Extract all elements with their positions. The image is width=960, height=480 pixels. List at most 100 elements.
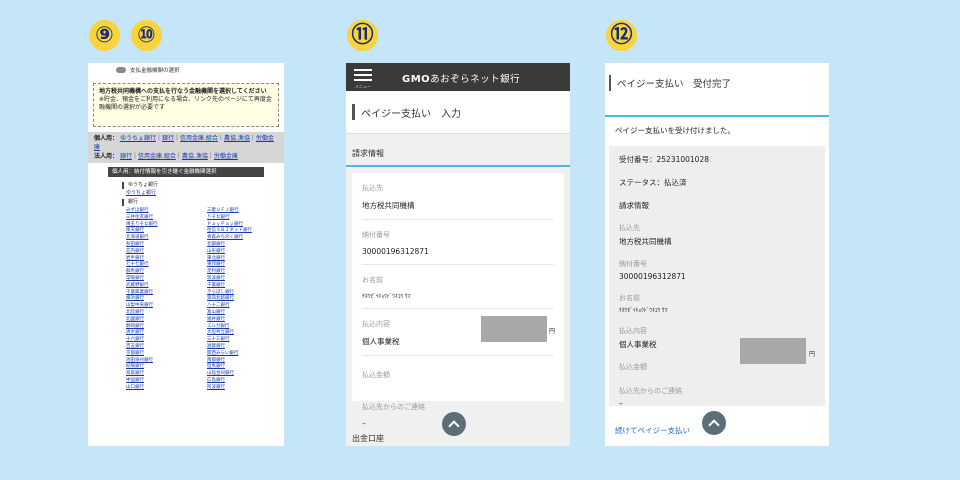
bank-link[interactable]: 三十三銀行 <box>207 337 284 344</box>
billing-section-title: 請求情報 <box>346 148 570 167</box>
page-title-bar: ペイジー支払い 入力 <box>346 91 570 134</box>
continue-payeasy-link[interactable]: 続けてペイジー支払い <box>615 425 690 436</box>
bank-link[interactable]: 常陽銀行 <box>126 276 207 283</box>
bank-link[interactable]: 広島銀行 <box>207 378 284 385</box>
bank-link[interactable]: 山口銀行 <box>126 385 207 392</box>
bank-link[interactable]: 北都銀行 <box>207 242 284 249</box>
page-title-bar: ペイジー支払い 受付完了 <box>605 63 829 103</box>
logo-brand: GMO <box>402 74 431 85</box>
bank-list: みずほ銀行 三菱ＵＦＪ銀行 三井住友銀行 りそな銀行 埼玉りそな銀行 ＰａｙＰａｙ銀行 楽天… <box>126 208 284 392</box>
bank-link[interactable]: 北國銀行 <box>126 317 207 324</box>
selection-bar: 個人用：納付情報を引き継ぐ金融機関選択 <box>108 167 264 177</box>
bank-link[interactable]: 三菱ＵＦＪ銀行 <box>207 208 284 215</box>
bank-link[interactable]: 北陸銀行 <box>126 310 207 317</box>
bank-link[interactable]: 八十二銀行 <box>207 303 284 310</box>
link-bank[interactable]: 銀行 <box>162 135 174 142</box>
yucho-link[interactable]: ゆうちょ銀行 <box>126 189 284 197</box>
bank-link[interactable]: 武蔵野銀行 <box>126 283 207 290</box>
billing-info-card: 払込先 地方税共同機構 納付番号 30000196312871 お名前 ﾁﾎｳｾ… <box>352 173 564 428</box>
field-value: 30000196312871 <box>619 272 686 281</box>
bank-link[interactable]: 山陰合同銀行 <box>207 371 284 378</box>
bank-link[interactable]: 福井銀行 <box>207 317 284 324</box>
link-nokyo[interactable]: 農協.漁協 <box>224 135 250 142</box>
field-label: 払込内容 <box>619 327 647 335</box>
field-value: 地方税共同機構 <box>362 200 554 220</box>
receipt-details: 受付番号：25231001028 ステータス：払込済 請求情報 払込先 地方税共… <box>609 146 825 408</box>
field-value: 地方税共同機構 <box>619 237 672 246</box>
field-value: 30000196312871 <box>362 247 554 265</box>
bank-link[interactable]: 滋賀銀行 <box>207 344 284 351</box>
bank-link[interactable]: 阿波銀行 <box>207 385 284 392</box>
link-corp-shinkin[interactable]: 信用金庫.組合 <box>138 153 176 160</box>
bank-link[interactable]: 中国銀行 <box>126 378 207 385</box>
notice-line: 地方税共同機構への支払を行なう金融機関を選択してください <box>99 88 267 95</box>
institution-type-links: 個人用： ゆうちょ銀行｜銀行｜信用金庫.組合｜農協.漁協｜労働金庫 法人用： 銀… <box>88 132 284 163</box>
contact-value: – <box>619 399 623 408</box>
bank-link[interactable]: 三井住友銀行 <box>126 215 207 222</box>
link-shinkin[interactable]: 信用金庫.組合 <box>180 135 218 142</box>
payment-status: ステータス：払込済 <box>619 178 687 187</box>
bank-link[interactable]: 山梨中央銀行 <box>126 303 207 310</box>
page-title: 支払金融機関の選択 <box>130 68 180 74</box>
field-label: 払込先 <box>362 184 383 192</box>
notice-line: ※貯金、預金をご利用になる場合、リンク先のページにて再度金融機関の選択が必要です <box>99 96 272 111</box>
bank-link[interactable]: みずほ銀行 <box>126 208 207 215</box>
receipt-number: 受付番号：25231001028 <box>619 155 709 164</box>
page-title: ペイジー支払い 受付完了 <box>617 79 732 90</box>
field-label: 納付番号 <box>362 231 390 239</box>
bank-link[interactable]: 百五銀行 <box>126 344 207 351</box>
bank-link[interactable]: 足利銀行 <box>207 269 284 276</box>
menu-icon[interactable]: メニュー <box>352 66 374 89</box>
yen-unit: 円 <box>549 328 556 335</box>
bank-link[interactable]: 十六銀行 <box>126 337 207 344</box>
payeasy-input-screen: メニュー GMOあおぞらネット銀行 ペイジー支払い 入力 請求情報 払込先 地方… <box>346 63 570 446</box>
bank-link[interactable]: 筑波銀行 <box>207 276 284 283</box>
toggle-icon <box>116 67 126 73</box>
link-corp-rokin[interactable]: 労働金庫 <box>214 153 238 160</box>
link-corp-nokyo[interactable]: 農協.漁協 <box>182 153 208 160</box>
link-corp-bank[interactable]: 銀行 <box>120 153 132 160</box>
amount-redacted <box>740 338 806 364</box>
field-label: お名前 <box>619 294 640 302</box>
bank-link[interactable]: 青森みちのく銀行 <box>207 235 284 242</box>
bank-link[interactable]: 鳥取銀行 <box>126 371 207 378</box>
bank-link[interactable]: 秋田銀行 <box>126 242 207 249</box>
step-11-marker: ⑪ <box>347 20 378 51</box>
instruction-notice: 地方税共同機構への支払を行なう金融機関を選択してください ※貯金、預金をご利用に… <box>93 83 279 127</box>
amount-redacted <box>481 316 547 342</box>
field-label: お名前 <box>362 276 383 284</box>
scroll-top-button[interactable] <box>442 412 466 436</box>
page-title: ペイジー支払い 入力 <box>361 108 461 120</box>
bank-link[interactable]: 千葉銀行 <box>207 283 284 290</box>
payeasy-complete-screen: ペイジー支払い 受付完了 ペイジー支払いを受け付けました。 受付番号：25231… <box>605 63 829 446</box>
bank-link[interactable]: りそな銀行 <box>207 215 284 222</box>
field-label: 払込先 <box>619 224 640 232</box>
bank-link[interactable]: 京都銀行 <box>126 351 207 358</box>
amount-label: 払込金額 <box>362 371 390 379</box>
menu-caption: メニュー <box>355 83 371 89</box>
billing-heading: 請求情報 <box>619 201 649 210</box>
bank-link[interactable]: 富山銀行 <box>207 310 284 317</box>
scroll-top-button[interactable] <box>702 411 726 435</box>
field-value: ﾁﾎｳｾﾞｲｷｮｳﾄﾞｳｷｺｳ ｻﾏ <box>619 308 668 314</box>
contact-label: 払込先からのご連絡 <box>362 403 425 411</box>
contact-label: 払込先からのご連絡 <box>619 387 682 395</box>
bank-link[interactable]: 北海道銀行 <box>126 235 207 242</box>
logo-name: あおぞらネット銀行 <box>430 74 521 85</box>
bank-link[interactable]: 関西みらい銀行 <box>207 351 284 358</box>
bank-link[interactable]: 荘内銀行 <box>126 249 207 256</box>
step-9-marker: ⑨ <box>89 20 120 51</box>
yucho-section-title: ゆうちょ銀行 <box>122 182 284 189</box>
bank-link[interactable]: 山形銀行 <box>207 249 284 256</box>
field-value: ﾁﾎｳｾﾞｲｷｮｳﾄﾞｳｷｺｳ ｻﾏ <box>362 292 554 309</box>
bank-link[interactable]: 群馬銀行 <box>126 269 207 276</box>
bank-logo: GMOあおぞらネット銀行 <box>402 71 520 85</box>
completion-message: ペイジー支払いを受け付けました。 <box>615 126 735 135</box>
corporate-label: 法人用： <box>94 153 119 160</box>
link-yucho[interactable]: ゆうちょ銀行 <box>120 135 156 142</box>
step-12-marker: ⑫ <box>606 20 637 51</box>
personal-label: 個人用： <box>94 135 119 142</box>
step-10-marker: ⑩ <box>131 20 162 51</box>
app-header: メニュー GMOあおぞらネット銀行 <box>346 63 570 91</box>
withdrawal-account-title: 出金口座 <box>352 434 384 443</box>
